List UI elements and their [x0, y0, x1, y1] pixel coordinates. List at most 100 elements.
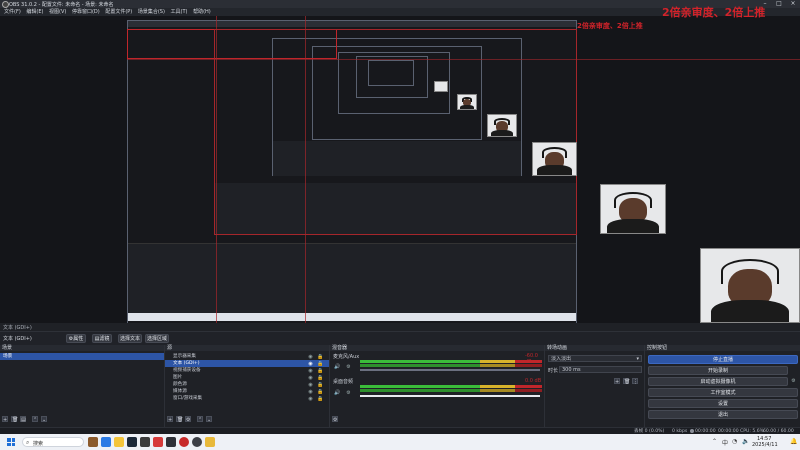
search-icon: ⌕: [26, 439, 30, 446]
visibility-eye-icon[interactable]: ◉: [308, 397, 313, 402]
edge-icon[interactable]: [101, 437, 111, 447]
source-item-selected[interactable]: 文本 (GDI+): [165, 360, 329, 367]
close-icon[interactable]: ×: [786, 0, 800, 8]
overlay-text: 2倍亲审度、2倍上推: [662, 6, 766, 19]
source-item[interactable]: 视频捕获设备: [165, 367, 329, 374]
desktop-channel-name: 桌面音频: [333, 379, 354, 385]
gear-icon[interactable]: ⚙: [791, 379, 796, 384]
visibility-eye-icon[interactable]: ◉: [308, 369, 313, 374]
studio-mode-button[interactable]: 工作室模式: [648, 388, 798, 397]
taskbar-app-icon[interactable]: [179, 437, 189, 447]
visibility-eye-icon[interactable]: ◉: [308, 362, 313, 367]
menu-help[interactable]: 帮助(H): [193, 8, 211, 16]
taskbar-app-icon[interactable]: [153, 437, 163, 447]
mic-level-meter-2: [360, 364, 542, 367]
menu-view[interactable]: 视图(V): [49, 8, 66, 16]
taskbar-app-icon[interactable]: [140, 437, 150, 447]
visibility-eye-icon[interactable]: ◉: [308, 390, 313, 395]
steam-icon[interactable]: [127, 437, 137, 447]
selected-source-label: 文本 (GDI+): [3, 336, 32, 342]
start-recording-button[interactable]: 开始录制: [648, 366, 788, 375]
taskbar-app-icon[interactable]: [166, 437, 176, 447]
settings-button[interactable]: 设置: [648, 399, 798, 408]
scene-item[interactable]: 场景: [0, 353, 164, 360]
menu-scene-collection[interactable]: 场景集合(S): [138, 8, 165, 16]
lock-icon[interactable]: 🔒: [317, 355, 323, 360]
visibility-eye-icon[interactable]: ◉: [308, 376, 313, 381]
preview-canvas[interactable]: 2倍亲审度、2倍上推 2倍亲审度、2倍上推: [0, 6, 800, 324]
source-info-strip: 文本 (GDI+): [0, 323, 800, 331]
source-up-button[interactable]: ⌃: [197, 416, 203, 423]
transition-type-select[interactable]: 淡入淡出 ▾: [548, 355, 642, 362]
scene-down-button[interactable]: ⌄: [41, 416, 47, 423]
maximize-icon[interactable]: □: [772, 0, 786, 8]
source-down-button[interactable]: ⌄: [206, 416, 212, 423]
remove-scene-button[interactable]: 🗑: [11, 416, 18, 423]
filters-button[interactable]: ▤滤镜: [92, 334, 112, 343]
gear-icon[interactable]: ⚙: [346, 365, 351, 370]
notification-icon[interactable]: 🔔: [790, 438, 797, 445]
speaker-icon[interactable]: 🔊: [334, 365, 340, 370]
menu-docks[interactable]: 停靠窗口(D): [72, 8, 100, 16]
gear-icon[interactable]: ⚙: [346, 391, 351, 396]
duration-input[interactable]: 300 ms: [559, 366, 642, 373]
visibility-eye-icon[interactable]: ◉: [308, 355, 313, 360]
network-icon[interactable]: ◔: [732, 438, 737, 445]
add-scene-button[interactable]: +: [2, 416, 8, 423]
start-virtual-camera-button[interactable]: 启动虚拟摄像机: [648, 377, 788, 386]
menu-edit[interactable]: 编辑(E): [26, 8, 43, 16]
scene-filter-button[interactable]: ▤: [20, 416, 26, 423]
taskbar-search-box[interactable]: ⌕ 搜索: [22, 437, 84, 447]
webcam-nested-1: [600, 184, 666, 234]
search-placeholder: 搜索: [33, 441, 44, 447]
lock-icon[interactable]: 🔒: [317, 376, 323, 381]
add-source-button[interactable]: +: [167, 416, 173, 423]
lock-icon[interactable]: 🔒: [317, 383, 323, 388]
select-text-button[interactable]: 选择文本: [118, 334, 142, 343]
clock-date[interactable]: 2025/4/11: [752, 442, 778, 448]
webcam-nested-3: [487, 114, 517, 137]
mic-channel-name: 麦克风/Aux: [333, 354, 360, 360]
exit-button[interactable]: 退出: [648, 410, 798, 419]
source-item[interactable]: 图片: [165, 374, 329, 381]
stop-streaming-button[interactable]: 停止直播: [648, 355, 798, 364]
taskbar-app-icon[interactable]: [88, 437, 98, 447]
scene-transitions-dock: 转场动画 淡入淡出 ▾ 时长 300 ms + 🗑 ⋮: [545, 345, 645, 427]
scene-up-button[interactable]: ⌃: [32, 416, 38, 423]
menu-tools[interactable]: 工具(T): [171, 8, 188, 16]
source-item[interactable]: 显示器采集: [165, 353, 329, 360]
transition-menu-button[interactable]: ⋮: [632, 378, 638, 385]
lock-icon[interactable]: 🔒: [317, 369, 323, 374]
sources-dock-title: 源: [165, 345, 329, 351]
menu-file[interactable]: 文件(F): [4, 8, 21, 16]
obs-taskbar-icon[interactable]: [192, 437, 202, 447]
desktop-level-meter: [360, 385, 542, 388]
properties-button[interactable]: ⚙属性: [66, 334, 86, 343]
select-area-button[interactable]: 选择区域: [145, 334, 169, 343]
ime-indicator[interactable]: 中: [722, 438, 728, 447]
mixer-settings-button[interactable]: ⚙: [332, 416, 338, 423]
source-item[interactable]: 窗口/游戏采集: [165, 395, 329, 402]
lock-icon[interactable]: 🔒: [317, 390, 323, 395]
source-item[interactable]: 媒体源: [165, 388, 329, 395]
remove-source-button[interactable]: 🗑: [176, 416, 183, 423]
desktop-volume-slider[interactable]: [360, 395, 540, 397]
mic-volume-slider[interactable]: [360, 369, 540, 371]
webcam-nested-2: [532, 142, 577, 176]
lock-icon[interactable]: 🔒: [317, 397, 323, 402]
menu-profile[interactable]: 配置文件(P): [105, 8, 132, 16]
add-transition-button[interactable]: +: [614, 378, 620, 385]
source-item[interactable]: 颜色源: [165, 381, 329, 388]
taskbar-app-icon[interactable]: [205, 437, 215, 447]
source-settings-button[interactable]: ⚙: [185, 416, 191, 423]
lock-icon[interactable]: 🔒: [317, 362, 323, 367]
visibility-eye-icon[interactable]: ◉: [308, 383, 313, 388]
speaker-icon[interactable]: 🔊: [334, 391, 340, 396]
windows-taskbar: ⌕ 搜索 ⌃ 中 ◔ 🔈 14:57 2025/4/11 🔔: [0, 434, 800, 450]
tray-chevron-icon[interactable]: ⌃: [712, 438, 717, 445]
webcam-source[interactable]: [700, 248, 800, 323]
remove-transition-button[interactable]: 🗑: [623, 378, 630, 385]
volume-icon[interactable]: 🔈: [742, 438, 749, 445]
file-explorer-icon[interactable]: [114, 437, 124, 447]
windows-start-icon[interactable]: [7, 438, 15, 446]
